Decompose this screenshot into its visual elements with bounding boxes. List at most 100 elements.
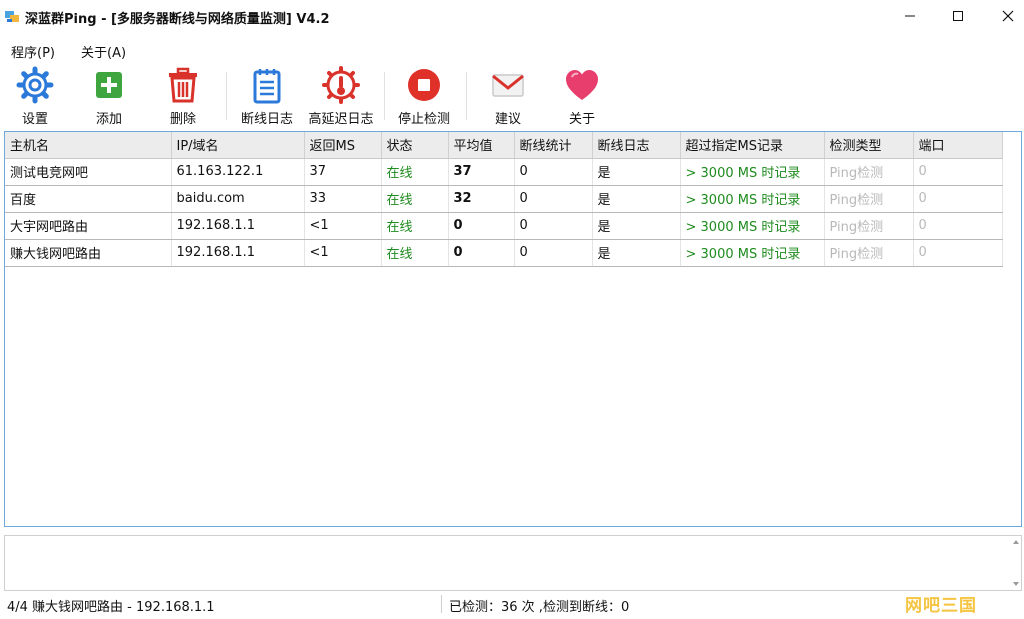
cell-ip: 61.163.122.1 (171, 158, 305, 186)
cell-threshold: > 3000 MS 时记录 (680, 239, 825, 267)
cell-check-type: Ping检测 (824, 185, 914, 213)
column-header-threshold[interactable]: 超过指定MS记录 (680, 132, 825, 159)
cell-ms: <1 (304, 239, 382, 267)
cell-average: 0 (448, 212, 515, 240)
column-header-average[interactable]: 平均值 (448, 132, 515, 159)
close-button[interactable] (985, 0, 1024, 32)
table-row[interactable]: 赚大钱网吧路由 192.168.1.1 <1 在线 0 0 是 > 3000 M… (5, 239, 1003, 267)
column-header-ip[interactable]: IP/域名 (171, 132, 305, 159)
watermark: 网吧三国 (905, 596, 977, 616)
cell-port: 0 (913, 158, 1003, 186)
toolbar-divider (226, 72, 227, 120)
host-table: 主机名 IP/域名 返回MS 状态 平均值 断线统计 断线日志 超过指定MS记录… (5, 132, 1003, 267)
cell-check-type: Ping检测 (824, 212, 914, 240)
delete-label: 删除 (169, 112, 196, 127)
gear-icon (16, 66, 54, 104)
cell-ms: <1 (304, 212, 382, 240)
envelope-icon (492, 74, 524, 97)
table-row[interactable]: 测试电竞网吧 61.163.122.1 37 在线 37 0 是 > 3000 … (5, 158, 1003, 186)
log-output[interactable] (4, 535, 1022, 591)
cell-drops: 0 (514, 158, 593, 186)
heart-icon (566, 70, 598, 100)
column-header-host[interactable]: 主机名 (5, 132, 172, 159)
stop-button[interactable]: 停止检测 (393, 66, 455, 128)
about-label: 关于 (568, 112, 595, 127)
cell-status: 在线 (381, 185, 449, 213)
table-row[interactable]: 百度 baidu.com 33 在线 32 0 是 > 3000 MS 时记录 … (5, 185, 1003, 213)
cell-ip: 192.168.1.1 (171, 212, 305, 240)
menu-program[interactable]: 程序(P) (11, 42, 55, 61)
cell-host: 赚大钱网吧路由 (5, 239, 172, 267)
about-button[interactable]: 关于 (559, 66, 605, 128)
cell-drop-log: 是 (592, 212, 681, 240)
table-header-row: 主机名 IP/域名 返回MS 状态 平均值 断线统计 断线日志 超过指定MS记录… (5, 132, 1003, 159)
notepad-icon (253, 69, 281, 104)
cell-drop-log: 是 (592, 185, 681, 213)
menu-about[interactable]: 关于(A) (81, 42, 126, 61)
title-bar: 深蓝群Ping - [多服务器断线与网络质量监测] V4.2 (0, 0, 1024, 34)
cell-average: 32 (448, 185, 515, 213)
toolbar-divider (466, 72, 467, 120)
cell-status: 在线 (381, 239, 449, 267)
status-check-count: 已检测：36 次 ,检测到断线：0 (449, 600, 630, 615)
stop-label: 停止检测 (397, 112, 450, 127)
toolbar: 设置 添加 删除 断线日志 高延迟日志 停止检测 建议 关于 (0, 66, 1024, 128)
disconnect-log-button[interactable]: 断线日志 (237, 66, 297, 128)
column-header-check-type[interactable]: 检测类型 (824, 132, 914, 159)
cell-average: 37 (448, 158, 515, 186)
window-title: 深蓝群Ping - [多服务器断线与网络质量监测] V4.2 (25, 12, 330, 27)
cell-check-type: Ping检测 (824, 158, 914, 186)
latency-log-button[interactable]: 高延迟日志 (305, 66, 377, 128)
cell-host: 百度 (5, 185, 172, 213)
status-current-host: 4/4 赚大钱网吧路由 - 192.168.1.1 (7, 600, 215, 615)
settings-label: 设置 (21, 112, 48, 127)
cell-port: 0 (913, 239, 1003, 267)
minimize-icon (905, 15, 915, 17)
delete-button[interactable]: 删除 (160, 66, 206, 128)
cell-threshold: > 3000 MS 时记录 (680, 212, 825, 240)
toolbar-divider (384, 72, 385, 120)
add-label: 添加 (95, 112, 122, 127)
cell-ms: 37 (304, 158, 382, 186)
plus-icon (96, 72, 122, 98)
thermometer-gear-icon (322, 66, 360, 104)
column-header-drop-log[interactable]: 断线日志 (592, 132, 681, 159)
cell-ms: 33 (304, 185, 382, 213)
cell-host: 测试电竞网吧 (5, 158, 172, 186)
cell-status: 在线 (381, 158, 449, 186)
status-divider (441, 595, 442, 613)
maximize-icon (953, 11, 963, 21)
cell-port: 0 (913, 185, 1003, 213)
suggest-label: 建议 (494, 112, 521, 127)
column-header-ms[interactable]: 返回MS (304, 132, 382, 159)
cell-port: 0 (913, 212, 1003, 240)
cell-ip: baidu.com (171, 185, 305, 213)
column-header-status[interactable]: 状态 (381, 132, 449, 159)
latency-log-label: 高延迟日志 (308, 112, 374, 127)
disconnect-log-label: 断线日志 (240, 112, 293, 127)
column-header-port[interactable]: 端口 (913, 132, 1003, 159)
stop-circle-icon (408, 69, 440, 101)
cell-drops: 0 (514, 185, 593, 213)
column-header-drop-count[interactable]: 断线统计 (514, 132, 593, 159)
trash-icon (169, 67, 197, 103)
cell-average: 0 (448, 239, 515, 267)
minimize-button[interactable] (887, 0, 933, 32)
cell-status: 在线 (381, 212, 449, 240)
cell-threshold: > 3000 MS 时记录 (680, 185, 825, 213)
host-list[interactable]: 主机名 IP/域名 返回MS 状态 平均值 断线统计 断线日志 超过指定MS记录… (4, 131, 1022, 527)
cell-host: 大宇网吧路由 (5, 212, 172, 240)
cell-drops: 0 (514, 239, 593, 267)
add-button[interactable]: 添加 (86, 66, 132, 128)
log-scrollbar[interactable] (1011, 536, 1021, 590)
status-bar: 4/4 赚大钱网吧路由 - 192.168.1.1 已检测：36 次 ,检测到断… (0, 591, 1024, 619)
cell-drop-log: 是 (592, 158, 681, 186)
cell-drop-log: 是 (592, 239, 681, 267)
close-icon (1002, 10, 1014, 22)
suggest-button[interactable]: 建议 (485, 66, 531, 128)
cell-check-type: Ping检测 (824, 239, 914, 267)
table-row[interactable]: 大宇网吧路由 192.168.1.1 <1 在线 0 0 是 > 3000 MS… (5, 212, 1003, 240)
settings-button[interactable]: 设置 (12, 66, 58, 128)
cell-drops: 0 (514, 212, 593, 240)
maximize-button[interactable] (935, 0, 981, 32)
